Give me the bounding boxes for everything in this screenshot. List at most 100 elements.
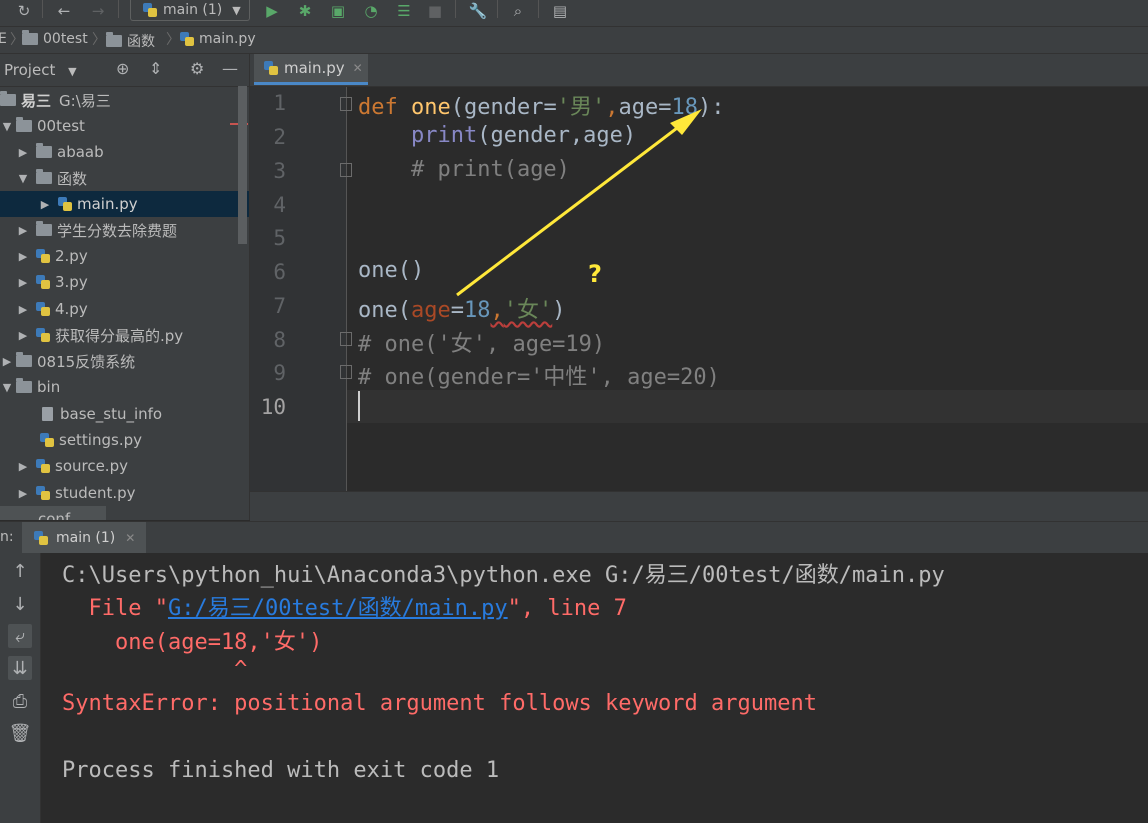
python-file-icon bbox=[180, 32, 194, 46]
collapsed-arrow-icon[interactable]: ▶ bbox=[16, 303, 30, 316]
tree-item-00test[interactable]: ▼ 00test bbox=[0, 113, 238, 139]
debug-icon[interactable]: ✱ bbox=[295, 0, 315, 22]
collapsed-arrow-icon[interactable]: ▶ bbox=[16, 146, 30, 159]
tree-item-label: bin bbox=[37, 378, 61, 396]
python-file-icon bbox=[34, 530, 48, 545]
stop-icon[interactable]: ■ bbox=[425, 0, 445, 22]
tree-item-feedback-system[interactable]: ▶ 0815反馈系统 bbox=[0, 348, 238, 374]
tree-item-source-py[interactable]: ▶ source.py bbox=[0, 453, 249, 479]
gear-icon[interactable]: ⚙ bbox=[190, 59, 204, 78]
run-icon[interactable]: ▶ bbox=[262, 0, 282, 22]
down-arrow-icon[interactable]: ↓ bbox=[8, 592, 32, 616]
collapsed-arrow-icon[interactable]: ▶ bbox=[16, 487, 30, 500]
sync-icon[interactable]: ↻ bbox=[14, 0, 34, 22]
python-file-icon bbox=[40, 433, 54, 447]
tree-item-4-py[interactable]: ▶ 4.py bbox=[0, 296, 249, 322]
scroll-to-end-icon[interactable]: ⇊ bbox=[8, 656, 32, 680]
expanded-arrow-icon[interactable]: ▼ bbox=[0, 381, 14, 394]
forward-arrow-icon[interactable]: → bbox=[88, 0, 108, 22]
file-link[interactable]: G:/易三/00test/函数/main.py bbox=[168, 596, 508, 621]
expanded-arrow-icon[interactable]: ▼ bbox=[0, 120, 14, 133]
tree-item-label: student.py bbox=[55, 484, 136, 502]
collapsed-arrow-icon[interactable]: ▶ bbox=[38, 198, 52, 211]
tree-item-3-py[interactable]: ▶ 3.py bbox=[0, 269, 249, 295]
search-icon[interactable]: ⌕ bbox=[508, 0, 528, 22]
main-toolbar: ↻ ← → main (1) ▼ ▶ ✱ ▣ ◔ ☰ ■ 🔧 ⌕ ▤ bbox=[0, 0, 1148, 27]
concurrency-icon[interactable]: ☰ bbox=[394, 0, 414, 22]
collapsed-arrow-icon[interactable]: ▶ bbox=[16, 460, 30, 473]
breadcrumb-00test[interactable]: 00test bbox=[22, 30, 88, 47]
console-error-caret: ^ bbox=[62, 657, 248, 682]
wrench-settings-icon[interactable]: 🔧 bbox=[468, 0, 488, 22]
close-icon[interactable]: ✕ bbox=[353, 61, 363, 75]
tab-label: main.py bbox=[284, 59, 345, 77]
python-file-icon bbox=[36, 249, 50, 263]
trash-icon[interactable]: 🗑 bbox=[8, 721, 32, 745]
tree-item-abaab[interactable]: ▶ abaab bbox=[0, 139, 249, 165]
folder-icon bbox=[0, 91, 16, 106]
tree-item-2-py[interactable]: ▶ 2.py bbox=[0, 243, 249, 269]
folder-icon bbox=[36, 169, 52, 184]
chevron-down-icon: ▼ bbox=[232, 3, 241, 17]
python-file-icon bbox=[36, 328, 50, 342]
tree-item-label: 4.py bbox=[55, 300, 88, 318]
collapse-all-icon[interactable]: ⇕ bbox=[149, 59, 162, 78]
tree-item-base-stu-info[interactable]: base_stu_info bbox=[0, 401, 249, 427]
hide-panel-icon[interactable]: — bbox=[222, 59, 238, 78]
tree-item-settings-py[interactable]: settings.py bbox=[0, 427, 249, 453]
breadcrumb-main-py[interactable]: main.py bbox=[180, 31, 256, 47]
soft-wrap-icon[interactable]: ⤶ bbox=[8, 624, 32, 648]
collapsed-arrow-icon[interactable]: ▶ bbox=[16, 224, 30, 237]
run-tab-main[interactable]: main (1) ✕ bbox=[22, 522, 146, 553]
tree-item-conf[interactable]: conf bbox=[0, 506, 106, 520]
collapsed-arrow-icon[interactable]: ▶ bbox=[16, 276, 30, 289]
collapsed-arrow-icon[interactable]: ▶ bbox=[0, 355, 14, 368]
code-editor[interactable]: 1 2 3 4 5 6 7 8 9 10 def one(gender='男',… bbox=[250, 87, 1148, 491]
project-view-selector[interactable]: Project ▼ bbox=[4, 61, 77, 79]
breadcrumb-stub: E bbox=[0, 31, 7, 47]
print-icon[interactable]: ⎙ bbox=[8, 689, 32, 713]
run-tab-label: main (1) bbox=[56, 529, 116, 546]
text-file-icon bbox=[42, 407, 53, 421]
tree-item-bin[interactable]: ▼ bin bbox=[0, 374, 238, 400]
up-arrow-icon[interactable]: ↑ bbox=[8, 559, 32, 583]
toolbar-separator bbox=[42, 0, 43, 18]
folder-icon bbox=[16, 378, 32, 393]
tree-item-student-py[interactable]: ▶ student.py bbox=[0, 480, 249, 506]
breadcrumb-label: 函数 bbox=[127, 34, 155, 50]
run-console[interactable]: C:\Users\python_hui\Anaconda3\python.exe… bbox=[41, 553, 1148, 823]
vcs-icon[interactable]: ▤ bbox=[550, 0, 570, 22]
tree-item-functions[interactable]: ▼ 函数 bbox=[0, 165, 249, 191]
console-syntax-error: SyntaxError: positional argument follows… bbox=[62, 691, 817, 716]
folder-icon bbox=[36, 143, 52, 158]
question-mark-annotation: ? bbox=[588, 260, 602, 288]
tree-item-root[interactable]: 易三 G:\易三 bbox=[0, 87, 238, 113]
profile-icon[interactable]: ◔ bbox=[361, 0, 381, 22]
run-config-label: main (1) bbox=[163, 2, 223, 18]
tree-item-label: conf bbox=[38, 510, 71, 520]
console-traceback-file-line: File "G:/易三/00test/函数/main.py", line 7 bbox=[62, 590, 627, 622]
run-configuration-dropdown[interactable]: main (1) ▼ bbox=[130, 0, 250, 21]
tree-item-main-py[interactable]: ▶ main.py bbox=[0, 191, 249, 217]
project-scrollbar[interactable] bbox=[238, 86, 247, 244]
console-text: ", line 7 bbox=[507, 596, 627, 621]
tree-item-folder[interactable]: ▶ 学生分数去除费题 bbox=[0, 217, 249, 243]
collapsed-arrow-icon[interactable]: ▶ bbox=[16, 250, 30, 263]
navigation-bar: E 〉 00test 〉 函数 〉 main.py bbox=[0, 27, 1148, 54]
toolbar-separator bbox=[497, 0, 498, 18]
tab-main-py[interactable]: main.py ✕ bbox=[254, 54, 368, 85]
close-icon[interactable]: ✕ bbox=[125, 531, 135, 545]
run-with-coverage-icon[interactable]: ▣ bbox=[328, 0, 348, 22]
tree-item-highest-score-py[interactable]: ▶ 获取得分最高的.py bbox=[0, 322, 249, 348]
tree-item-label: 3.py bbox=[55, 273, 88, 291]
locate-target-icon[interactable]: ⊕ bbox=[116, 59, 129, 78]
annotation-arrow bbox=[456, 109, 702, 297]
back-arrow-icon[interactable]: ← bbox=[54, 0, 74, 22]
tree-item-path: G:\易三 bbox=[59, 91, 111, 110]
console-command-line: C:\Users\python_hui\Anaconda3\python.exe… bbox=[62, 563, 945, 588]
expanded-arrow-icon[interactable]: ▼ bbox=[16, 172, 30, 185]
breadcrumb-functions[interactable]: 函数 bbox=[106, 31, 155, 51]
collapsed-arrow-icon[interactable]: ▶ bbox=[16, 329, 30, 342]
breadcrumb-separator: 〉 bbox=[166, 32, 180, 48]
tree-item-label: abaab bbox=[57, 143, 104, 161]
